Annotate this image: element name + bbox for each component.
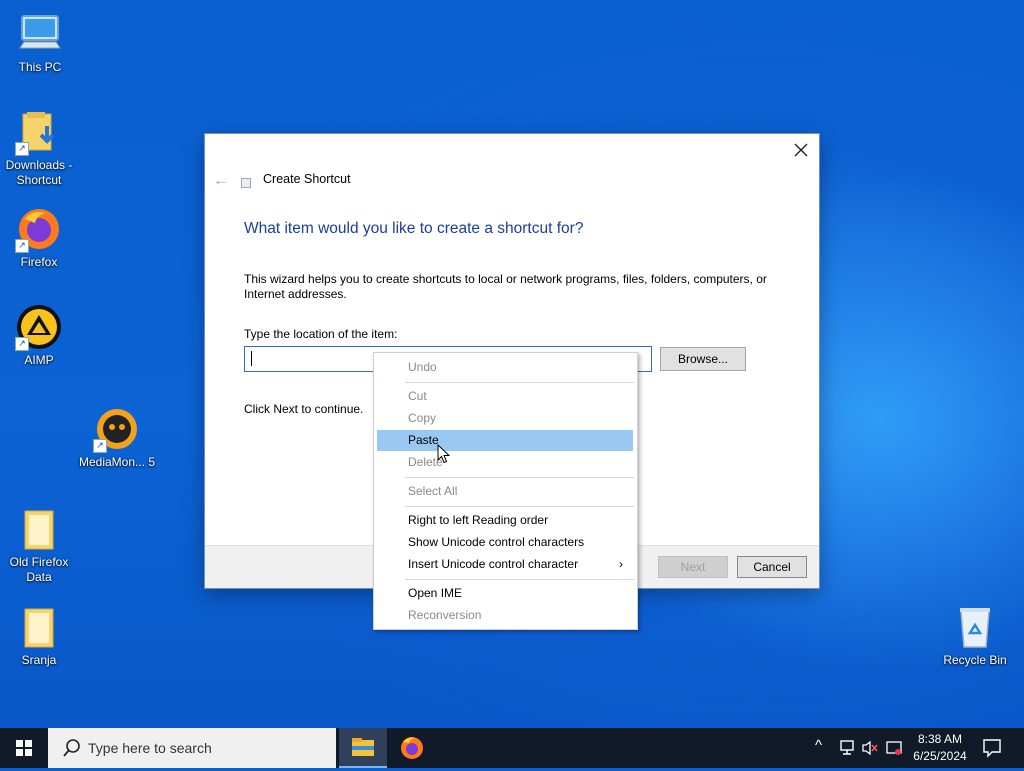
desktop-icon-this-pc[interactable]: This PC [0, 10, 80, 75]
close-button[interactable] [791, 140, 811, 160]
desktop-icon-label: AIMP [24, 353, 54, 367]
shortcut-arrow-icon: ↗ [15, 337, 29, 351]
shortcut-arrow-icon: ↗ [15, 142, 29, 156]
desktop-icon-label: Sranja [21, 653, 57, 667]
desktop-icon-label: Recycle Bin [943, 653, 1007, 667]
location-label: Type the location of the item: [244, 327, 398, 341]
search-placeholder: Type here to search [88, 740, 212, 756]
next-button[interactable]: Next [658, 556, 728, 578]
clock-time: 8:38 AM [917, 732, 963, 746]
firefox-icon: ↗ [15, 205, 63, 253]
desktop-icon-label: Old Firefox Data [9, 555, 69, 584]
menu-item-paste[interactable]: Paste [377, 430, 633, 451]
menu-item-undo[interactable]: Undo [377, 357, 633, 378]
desktop-icon-label: Downloads - Shortcut [5, 158, 73, 187]
desktop-icon-label: Firefox [20, 255, 58, 269]
computer-icon [16, 10, 64, 58]
search-icon [63, 739, 80, 757]
desktop-icon-aimp[interactable]: ↗ AIMP [0, 303, 79, 368]
back-button[interactable]: ← [213, 172, 229, 190]
cancel-button[interactable]: Cancel [737, 556, 807, 578]
desktop-icon-recycle-bin[interactable]: Recycle Bin [935, 603, 1015, 668]
menu-item-rtl-reading-order[interactable]: Right to left Reading order [377, 510, 633, 531]
taskbar-firefox[interactable] [388, 728, 436, 768]
wizard-icon [241, 178, 251, 188]
windows-logo-icon [16, 740, 32, 756]
menu-separator [405, 579, 634, 580]
action-center-status-icon[interactable] [885, 740, 903, 756]
recycle-bin-icon [951, 603, 999, 651]
context-menu: Undo Cut Copy Paste Delete Select All Ri… [373, 352, 638, 630]
start-button[interactable] [0, 728, 48, 768]
desktop-icon-sranja[interactable]: Sranja [0, 603, 79, 668]
firefox-icon [401, 737, 423, 759]
desktop-icon-firefox[interactable]: ↗ Firefox [0, 205, 79, 270]
folder-download-icon: ↗ [15, 108, 63, 156]
menu-item-show-unicode[interactable]: Show Unicode control characters [377, 532, 633, 553]
aimp-icon: ↗ [15, 303, 63, 351]
menu-separator [405, 382, 634, 383]
menu-separator [405, 477, 634, 478]
menu-item-cut[interactable]: Cut [377, 386, 633, 407]
desktop-icon-old-firefox-data[interactable]: Old Firefox Data [0, 505, 79, 585]
dialog-description: This wizard helps you to create shortcut… [244, 272, 767, 301]
taskbar: Type here to search ^ 8:38 AM 6/25/2024 [0, 728, 1024, 768]
browse-button[interactable]: Browse... [660, 347, 746, 371]
back-arrow-icon: ← [213, 172, 229, 189]
tray-chevron-icon[interactable]: ^ [815, 737, 822, 754]
close-icon [794, 143, 808, 157]
shortcut-arrow-icon: ↗ [93, 439, 107, 453]
desktop-icon-mediamonkey[interactable]: ↗ MediaMon... 5 [77, 405, 157, 470]
menu-separator [405, 506, 634, 507]
desktop-icon-label: This PC [18, 60, 62, 74]
text-caret [251, 351, 252, 366]
taskbar-search-box[interactable]: Type here to search [48, 728, 336, 768]
taskbar-clock[interactable]: 8:38 AM 6/25/2024 [905, 731, 975, 765]
network-icon[interactable] [838, 740, 856, 756]
desktop-icon-label: MediaMon... 5 [78, 455, 156, 469]
submenu-arrow-icon: › [619, 557, 623, 571]
mediamonkey-icon: ↗ [93, 405, 141, 453]
file-explorer-icon [352, 738, 374, 756]
folder-icon [15, 505, 63, 553]
notification-icon[interactable] [980, 736, 1004, 760]
clock-date: 6/25/2024 [913, 749, 967, 763]
dialog-title: Create Shortcut [263, 172, 351, 186]
desktop-icon-downloads-shortcut[interactable]: ↗ Downloads - Shortcut [0, 108, 79, 188]
menu-item-copy[interactable]: Copy [377, 408, 633, 429]
menu-item-insert-unicode[interactable]: Insert Unicode control character › [377, 554, 633, 575]
menu-item-open-ime[interactable]: Open IME [377, 583, 633, 604]
menu-item-label: Insert Unicode control character [408, 557, 579, 571]
dialog-heading: What item would you like to create a sho… [244, 220, 584, 237]
shortcut-arrow-icon: ↗ [15, 239, 29, 253]
continue-text: Click Next to continue. [244, 402, 364, 416]
volume-muted-icon[interactable] [861, 740, 879, 756]
menu-item-reconversion[interactable]: Reconversion [377, 605, 633, 626]
taskbar-file-explorer[interactable] [339, 728, 387, 768]
menu-item-select-all[interactable]: Select All [377, 481, 633, 502]
folder-icon [15, 603, 63, 651]
menu-item-delete[interactable]: Delete [377, 452, 633, 473]
